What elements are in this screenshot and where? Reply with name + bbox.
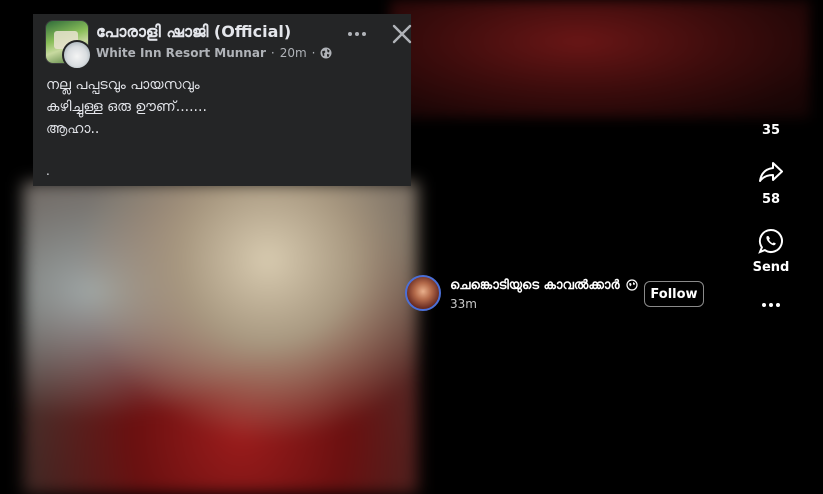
page-avatar-group[interactable] [45,20,95,70]
post-text-line: നല്ല പപ്പടവും പായസവും [46,77,200,93]
reel-author-row: ചെങ്കൊടിയുടെ കാവൽക്കാർ 33m Follow [405,275,715,315]
post-meta: White Inn Resort Munnar · 20m · [96,46,332,60]
location-avatar [62,40,92,70]
like-count: 35 [761,123,781,138]
post-image-blurred[interactable] [23,182,418,494]
post-trailing-dot: . [46,164,50,178]
close-icon[interactable] [390,22,414,46]
follow-button[interactable]: Follow [644,281,704,307]
screen: പോരാളി ഷാജി (Official) White Inn Resort … [0,0,823,494]
more-dots-icon[interactable] [759,300,783,310]
facebook-post-card: പോരാളി ഷാജി (Official) White Inn Resort … [33,14,412,186]
share-count: 58 [761,192,781,207]
post-location[interactable]: White Inn Resort Munnar [96,46,266,60]
post-time[interactable]: 20m [280,46,307,60]
post-header: പോരാളി ഷാജി (Official) White Inn Resort … [45,20,412,70]
post-text-line: കഴിച്ചുള്ള ഒരു ഊണ്....... [46,99,207,115]
meta-separator: · [311,46,316,60]
background-video-blurred [390,0,810,118]
author-name[interactable]: ചെങ്കൊടിയുടെ കാവൽക്കാർ [450,278,620,293]
author-avatar[interactable] [405,275,441,311]
more-horizontal-icon[interactable] [345,24,369,44]
whatsapp-icon[interactable] [757,227,785,255]
share-icon[interactable] [757,158,785,186]
globe-icon [626,279,638,291]
post-text: നല്ല പപ്പടവും പായസവും കഴിച്ചുള്ള ഒരു ഊണ്… [46,74,397,140]
reel-time: 33m [450,297,477,311]
globe-icon [320,47,332,59]
send-label[interactable]: Send [745,260,797,275]
post-text-line: ആഹാ.. [46,121,100,137]
meta-separator: · [270,46,275,60]
page-name[interactable]: പോരാളി ഷാജി (Official) [96,22,291,42]
